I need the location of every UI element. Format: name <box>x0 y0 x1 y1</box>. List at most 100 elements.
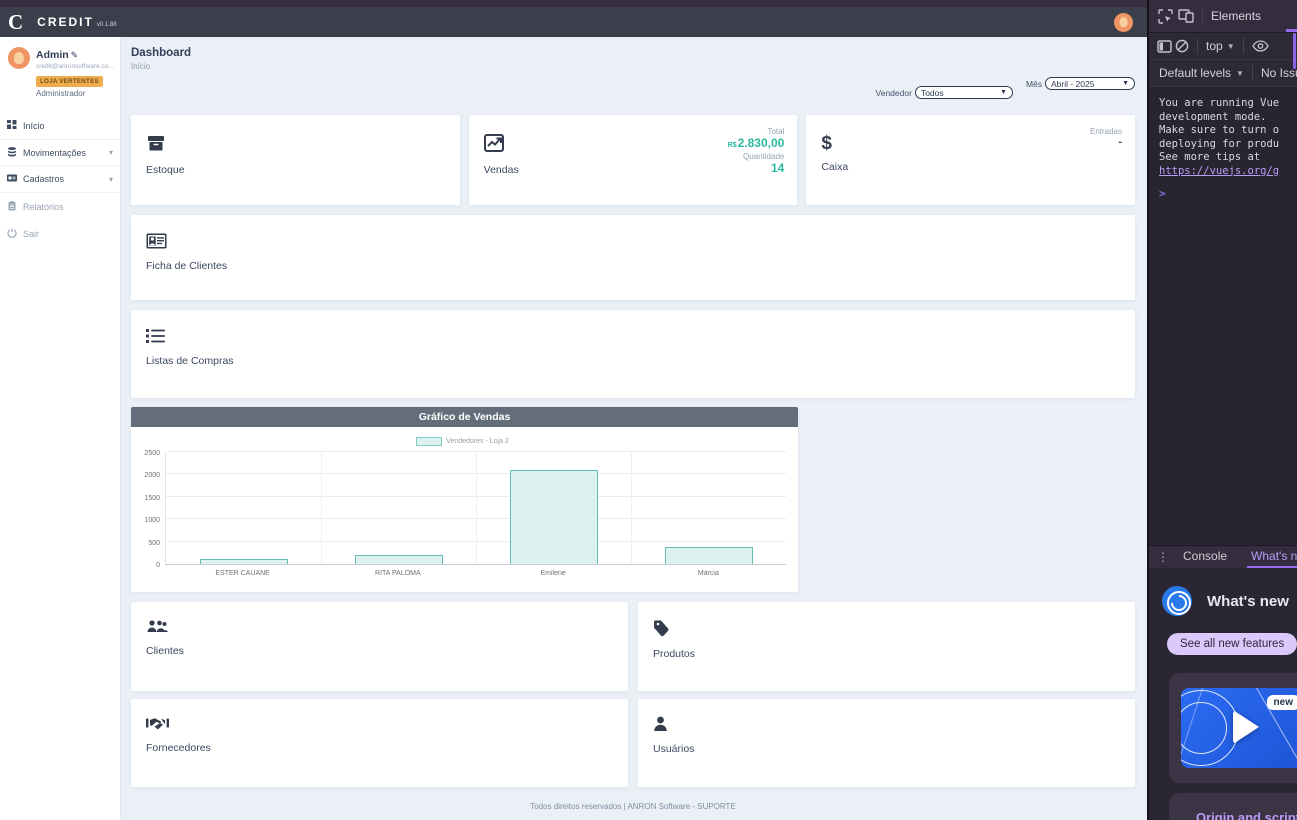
bar-Emilene[interactable] <box>510 470 598 564</box>
card-estoque[interactable]: Estoque <box>131 115 460 205</box>
new-badge: new <box>1267 695 1297 710</box>
whats-new-heading: What's new <box>1207 593 1289 610</box>
bar-Márcia[interactable] <box>665 547 753 564</box>
play-icon[interactable] <box>1233 710 1259 744</box>
card-icon <box>7 173 23 185</box>
console-line: Make sure to turn o <box>1159 124 1297 138</box>
sidebar-item-inicio[interactable]: Início <box>0 112 120 139</box>
sales-chart-card: Gráfico de Vendas Vendedores - Loja 2 05… <box>131 407 798 592</box>
app-window: C CREDIT v0.1.88 Admin✎ credit@anronsoft… <box>0 0 1147 820</box>
x-tick-label: Márcia <box>631 570 786 577</box>
chevron-down-icon: ▼ <box>1122 80 1129 87</box>
dock-panel-icon[interactable] <box>1157 40 1172 53</box>
mes-label: Mês <box>1026 79 1042 89</box>
x-tick-label: Emilene <box>476 570 631 577</box>
card-label: Fornecedores <box>146 742 613 754</box>
vendedor-label: Vendedor <box>876 88 912 98</box>
entradas-label: Entradas <box>1090 127 1122 136</box>
breadcrumb: Início <box>131 62 1135 71</box>
sidebar-item-label: Relatórios <box>23 202 64 212</box>
total-value: R$2.830,00 <box>728 136 785 150</box>
card-fornecedores[interactable]: Fornecedores <box>131 699 628 787</box>
grid-icon <box>7 120 23 132</box>
clear-console-icon[interactable] <box>1175 39 1189 53</box>
user-icon <box>653 719 668 736</box>
levels-dropdown[interactable]: Default levels <box>1159 66 1231 80</box>
sidebar-item-sair[interactable]: Sair <box>0 220 120 247</box>
feature-card[interactable]: Origin and script <box>1169 793 1297 820</box>
video-thumbnail[interactable]: new <box>1181 688 1297 768</box>
console-link[interactable]: https://vuejs.org/g <box>1159 165 1279 177</box>
user-avatar-icon[interactable] <box>1114 13 1133 32</box>
list-icon <box>146 331 165 348</box>
mes-select[interactable]: Abril - 2025 ▼ <box>1045 77 1135 90</box>
user-block: Admin✎ credit@anronsoftware.co... LOJA V… <box>0 37 120 104</box>
console-line: You are running Vue <box>1159 97 1297 111</box>
kebab-menu-icon[interactable]: ⋮ <box>1157 550 1169 564</box>
feature-link[interactable]: Origin and script <box>1196 810 1297 820</box>
user-email: credit@anronsoftware.co... <box>36 63 114 70</box>
chrome-devtools-logo-icon <box>1162 586 1192 616</box>
dollar-icon: $ <box>821 133 832 154</box>
quantidade-label: Quantidade <box>728 152 785 161</box>
feature-card[interactable]: new <box>1169 673 1297 783</box>
console-messages: You are running Vuedevelopment mode.Make… <box>1149 87 1297 545</box>
handshake-icon <box>146 718 169 735</box>
window-top-strip <box>0 0 1147 7</box>
sidebar-item-label: Sair <box>23 229 39 239</box>
bar-ESTER CAUANE[interactable] <box>200 559 288 564</box>
card-label: Estoque <box>146 164 185 176</box>
store-badge: LOJA VERTENTES <box>36 76 103 87</box>
console-prompt[interactable]: > <box>1159 187 1297 201</box>
tab-elements[interactable]: Elements <box>1211 9 1261 23</box>
x-tick-label: ESTER CAUANE <box>165 570 320 577</box>
chart-plot-area <box>165 453 786 565</box>
chart-y-axis: 05001000150020002500 <box>139 453 165 565</box>
card-label: Listas de Compras <box>146 355 1120 367</box>
scrollbar-thumb[interactable] <box>1293 33 1296 69</box>
tag-icon <box>653 624 670 641</box>
sidebar-item-relatorios[interactable]: Relatórios <box>0 193 120 220</box>
card-label: Usuários <box>653 743 1120 755</box>
see-all-features-button[interactable]: See all new features <box>1167 633 1297 655</box>
users-group-icon <box>146 621 168 638</box>
chart-line-icon <box>484 140 506 157</box>
chart-legend[interactable]: Vendedores - Loja 2 <box>139 437 786 446</box>
chart-title: Gráfico de Vendas <box>131 407 798 427</box>
console-filter-bar: Default levels ▼ No Issues <box>1149 60 1297 87</box>
x-tick-label: RITA PALOMA <box>320 570 475 577</box>
card-vendas[interactable]: Vendas Total R$2.830,00 Quantidade 14 <box>469 115 798 205</box>
card-produtos[interactable]: Produtos <box>638 602 1135 691</box>
user-role: Administrador <box>36 89 114 98</box>
drawer-tab-bar: ⋮ Console What's new <box>1149 545 1297 568</box>
card-clientes[interactable]: Clientes <box>131 602 628 691</box>
app-version: v0.1.88 <box>97 22 117 28</box>
chevron-down-icon: ▼ <box>1236 69 1244 78</box>
card-usuarios[interactable]: Usuários <box>638 699 1135 787</box>
page-title: Dashboard <box>131 47 1135 59</box>
power-icon <box>7 228 23 240</box>
edit-profile-icon[interactable]: ✎ <box>71 50 79 60</box>
y-tick-label: 500 <box>148 540 160 547</box>
eye-icon[interactable] <box>1252 40 1269 52</box>
inspect-element-icon[interactable] <box>1158 9 1173 24</box>
bar-RITA PALOMA[interactable] <box>355 555 443 564</box>
drawer-tab-whats-new[interactable]: What's new <box>1247 549 1297 568</box>
chevron-down-icon: ▼ <box>1000 89 1007 96</box>
issues-counter[interactable]: No Issues <box>1261 66 1297 80</box>
card-ficha-de-clientes[interactable]: Ficha de Clientes <box>131 215 1135 300</box>
legend-label: Vendedores - Loja 2 <box>446 438 509 445</box>
database-icon <box>7 147 23 159</box>
vendedor-select[interactable]: Todos ▼ <box>915 86 1013 99</box>
sidebar-item-movimentacoes[interactable]: Movimentações ▾ <box>0 139 120 166</box>
context-selector[interactable]: top <box>1206 39 1223 53</box>
console-line: deploying for produ <box>1159 138 1297 152</box>
whats-new-panel: What's new See all new features new Orig… <box>1149 568 1297 820</box>
y-tick-label: 1000 <box>144 517 160 524</box>
active-tab-underline <box>1286 29 1297 32</box>
card-caixa[interactable]: $ Caixa Entradas - <box>806 115 1135 205</box>
drawer-tab-console[interactable]: Console <box>1179 549 1231 568</box>
card-listas-de-compras[interactable]: Listas de Compras <box>131 310 1135 398</box>
sidebar-item-cadastros[interactable]: Cadastros ▾ <box>0 166 120 193</box>
device-toolbar-icon[interactable] <box>1178 9 1194 23</box>
